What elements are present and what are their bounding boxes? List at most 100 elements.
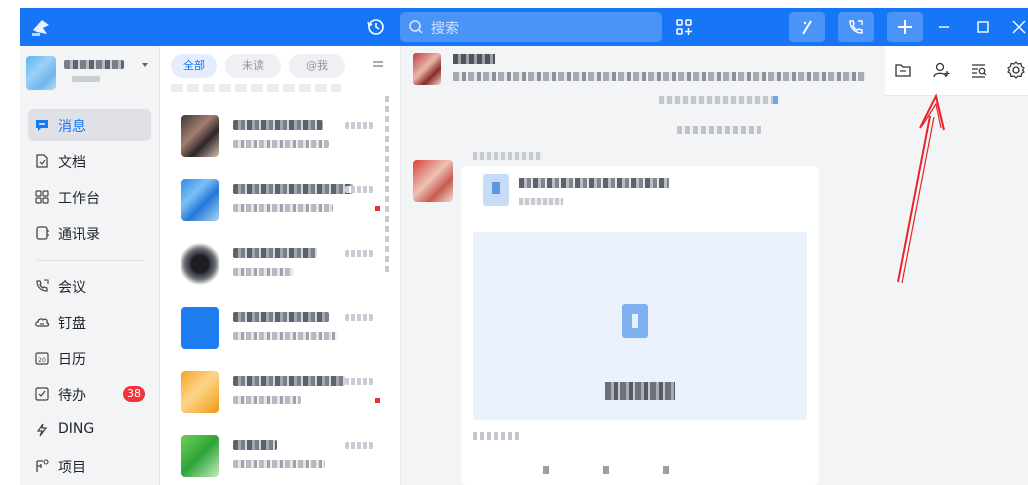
profile-org-blurred	[72, 76, 100, 82]
plus-button[interactable]	[887, 12, 923, 42]
history-icon[interactable]	[366, 17, 386, 37]
file-size-blurred	[519, 198, 563, 205]
nav-divider	[36, 260, 144, 261]
close-icon[interactable]	[1008, 16, 1028, 38]
filter-tab-all[interactable]: 全部	[171, 54, 217, 78]
avatar	[181, 243, 219, 285]
avatar	[181, 115, 219, 157]
list-item[interactable]	[161, 428, 390, 485]
list-subheader-blurred	[171, 84, 341, 92]
phone-button[interactable]	[838, 12, 874, 42]
file-message-card[interactable]	[461, 166, 819, 485]
search-placeholder: 搜索	[431, 21, 459, 37]
nav-item-todo[interactable]: 待办 38	[28, 378, 151, 410]
nav-item-label: 通讯录	[58, 227, 100, 243]
chat-title-blurred	[453, 54, 495, 64]
nav-item-label: DING	[58, 421, 95, 437]
avatar	[181, 179, 219, 221]
nav-item-label: 待办	[58, 388, 86, 404]
list-item[interactable]	[161, 300, 390, 362]
conversation-preview-blurred	[233, 332, 337, 340]
conversation-title-blurred	[233, 440, 277, 450]
chat-header-toolbar	[885, 46, 1028, 96]
preview-label-blurred	[605, 382, 675, 400]
search-history-icon[interactable]	[969, 60, 989, 80]
minimize-icon[interactable]	[933, 16, 955, 38]
nav-item-label: 项目	[58, 460, 86, 476]
svg-text:20: 20	[38, 357, 46, 364]
ding-icon	[36, 423, 48, 437]
unread-dot	[375, 206, 380, 211]
filter-tab-mentions[interactable]: @我	[289, 54, 345, 78]
message-timestamp-blurred	[677, 126, 761, 134]
maximize-icon[interactable]	[972, 16, 994, 38]
nav-item-messages[interactable]: 消息	[28, 109, 151, 141]
nav-item-calendar[interactable]: 20 日历	[28, 342, 151, 374]
file-icon	[483, 174, 509, 206]
list-item[interactable]	[161, 172, 390, 234]
calendar-icon: 20	[35, 352, 49, 365]
card-footer-text-blurred	[473, 432, 519, 440]
conversation-title-blurred	[233, 376, 345, 386]
unread-dot	[375, 398, 380, 403]
search-input[interactable]: 搜索	[400, 12, 662, 42]
nav-item-label: 工作台	[58, 191, 100, 207]
conversation-time-blurred	[345, 122, 373, 129]
profile-name-blurred	[64, 60, 124, 69]
list-item[interactable]	[161, 108, 390, 170]
conversation-list: 全部 未读 @我	[161, 46, 390, 485]
filter-tab-unread[interactable]: 未读	[225, 54, 281, 78]
chat-subtitle-blurred	[453, 72, 865, 81]
conversation-preview-blurred	[233, 396, 301, 404]
list-item[interactable]	[161, 364, 390, 426]
card-actions-blurred	[543, 466, 723, 474]
avatar	[181, 435, 219, 477]
caret-down-icon	[142, 63, 148, 67]
todo-count-badge: 38	[123, 386, 145, 402]
profile-switcher[interactable]	[26, 56, 154, 96]
nav-item-label: 钉盘	[58, 316, 86, 332]
nav-item-label: 消息	[58, 119, 86, 135]
avatar	[181, 371, 219, 413]
left-navigation: 消息 文档 工作台 通讯录 会议 钉盘 20 日历 待办 38 DING 项目	[20, 46, 160, 485]
nav-item-ding[interactable]: DING	[28, 414, 151, 446]
nav-item-workbench[interactable]: 工作台	[28, 181, 151, 213]
todo-icon	[35, 387, 49, 401]
settings-icon[interactable]	[1006, 60, 1026, 80]
document-icon	[622, 304, 648, 338]
conversation-preview-blurred	[233, 204, 333, 212]
slash-app-button[interactable]	[789, 12, 825, 42]
cloud-drive-icon	[35, 318, 50, 327]
conversation-time-blurred	[345, 186, 373, 193]
nav-item-projects[interactable]: 项目	[28, 450, 151, 482]
avatar	[181, 307, 219, 349]
nav-item-contacts[interactable]: 通讯录	[28, 217, 151, 249]
conversation-title-blurred	[233, 312, 329, 322]
folder-icon[interactable]	[893, 60, 913, 80]
file-preview[interactable]	[473, 232, 807, 420]
phone-icon	[849, 20, 863, 34]
add-member-icon[interactable]	[931, 60, 951, 80]
list-item[interactable]	[161, 236, 390, 298]
nav-item-cloud-drive[interactable]: 钉盘	[28, 306, 151, 338]
title-bar: 搜索	[20, 8, 1028, 46]
search-icon	[408, 19, 424, 35]
conversation-preview-blurred	[233, 460, 325, 468]
logo-icon	[30, 16, 52, 38]
nav-item-label: 日历	[58, 352, 86, 368]
nav-item-documents[interactable]: 文档	[28, 145, 151, 177]
nav-item-meetings[interactable]: 会议	[28, 270, 151, 302]
plus-icon	[898, 20, 912, 34]
message-sender-blurred	[473, 152, 543, 160]
nav-item-label: 文档	[58, 155, 86, 171]
avatar	[413, 53, 441, 85]
list-scrollbar[interactable]	[385, 96, 389, 276]
conversation-title-blurred	[233, 184, 353, 194]
conversation-preview-blurred	[233, 268, 293, 276]
contacts-icon	[36, 226, 49, 240]
filter-menu-icon[interactable]	[371, 58, 385, 72]
annotation-arrow	[897, 93, 945, 284]
apps-icon[interactable]	[674, 17, 694, 37]
project-icon	[36, 459, 49, 472]
conversation-preview-blurred	[233, 140, 329, 148]
